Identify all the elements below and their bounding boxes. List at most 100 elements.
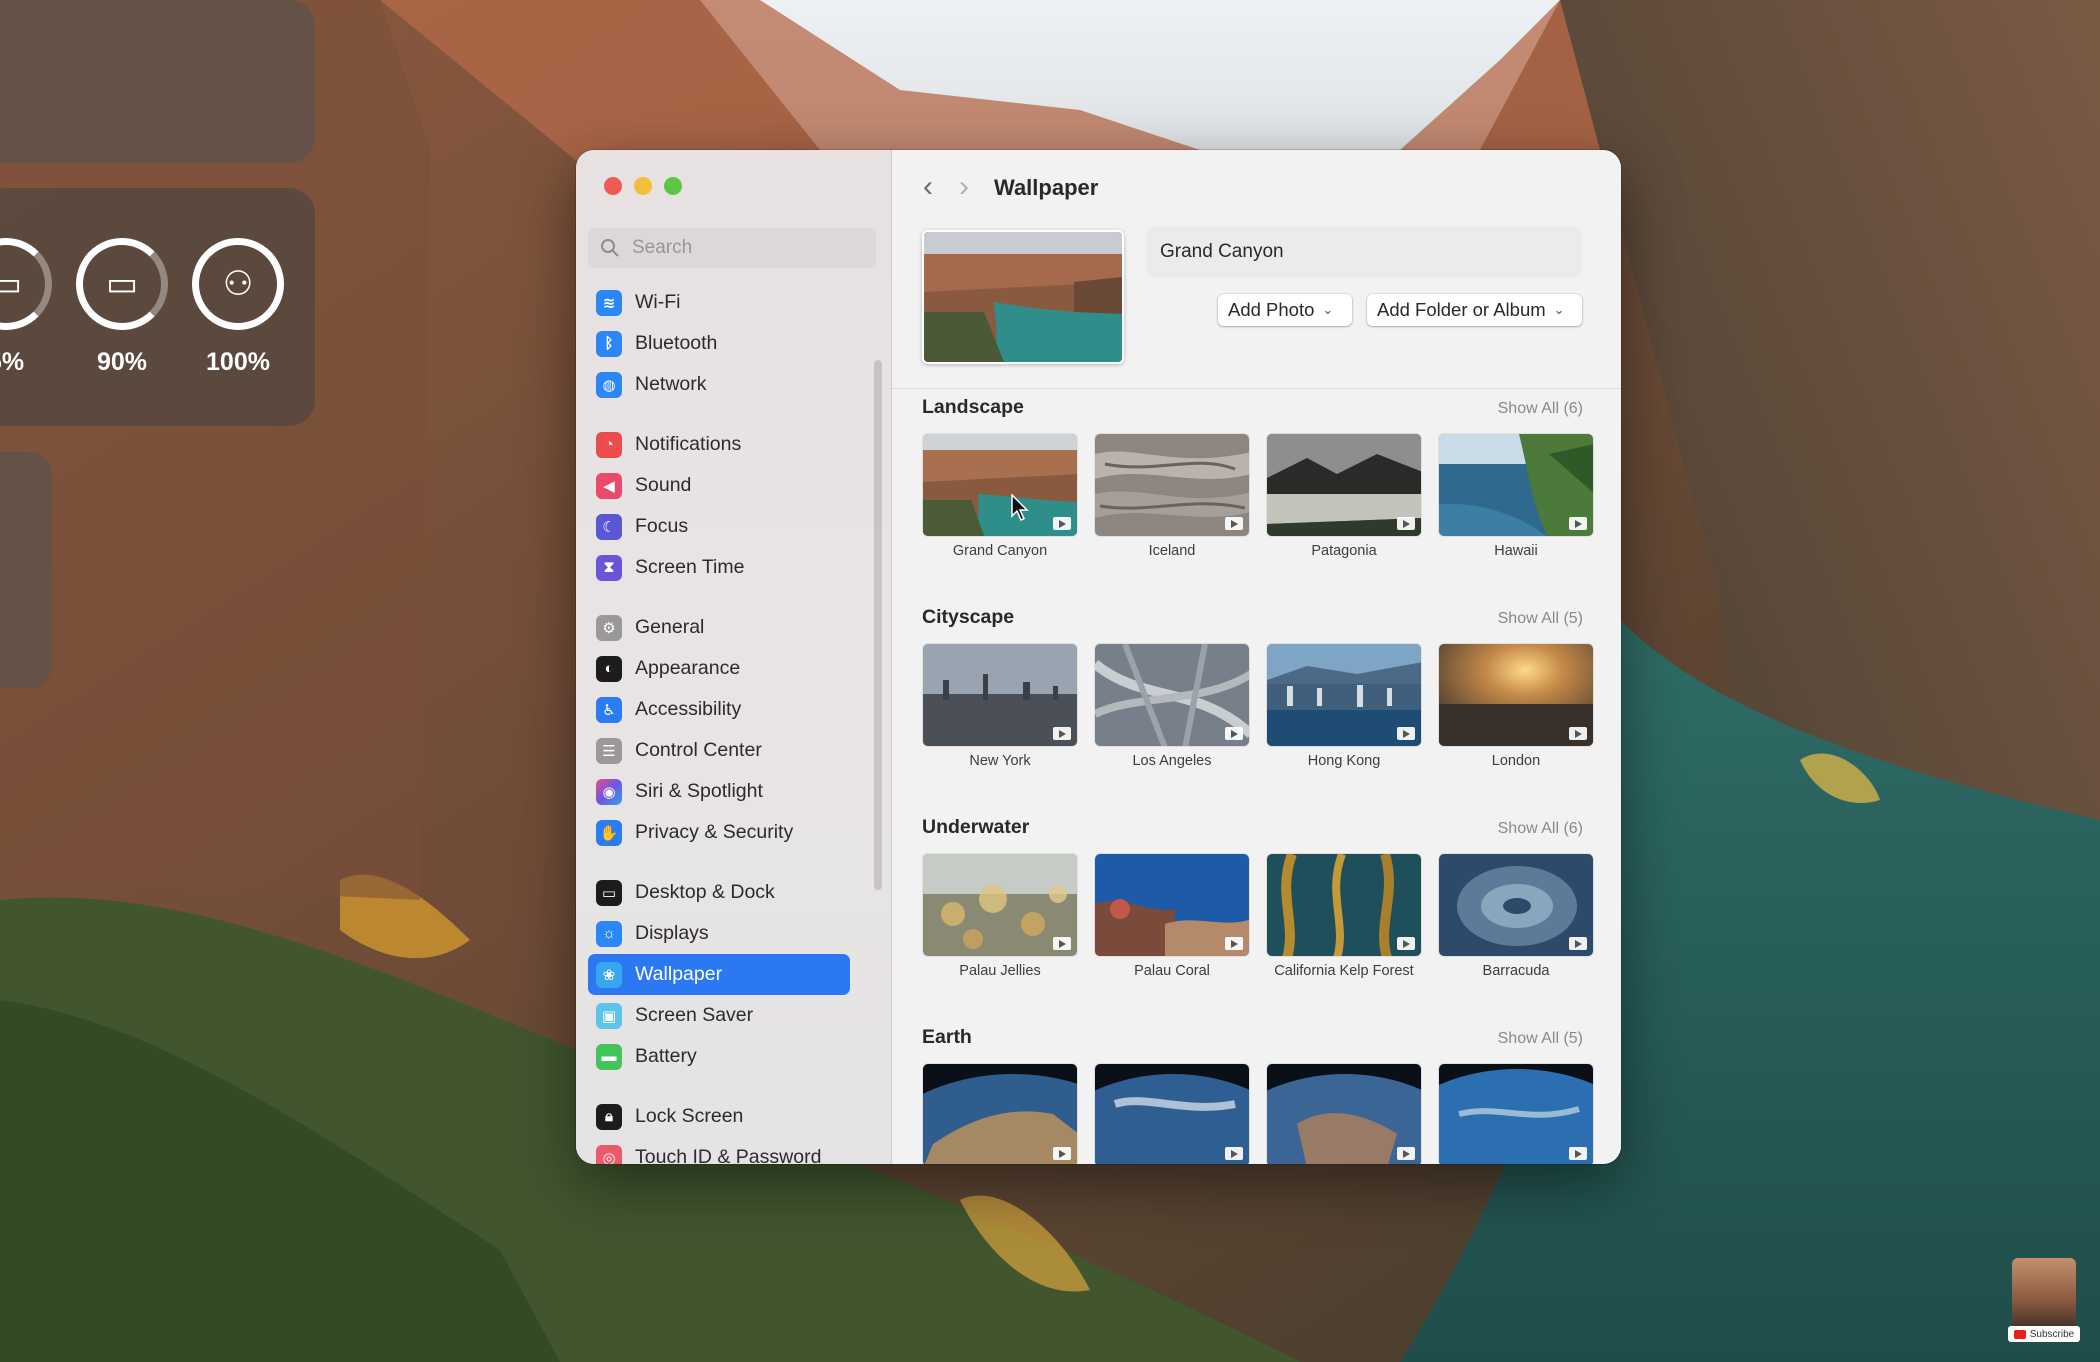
close-window-button[interactable] [604, 177, 622, 195]
avatar[interactable] [2012, 1258, 2076, 1336]
speaker-icon: ◀ [596, 472, 622, 499]
dock-icon: ▭ [596, 879, 622, 906]
add-photo-button[interactable]: Add Photo ⌄ [1218, 294, 1352, 326]
sun-icon: ☼ [596, 920, 622, 947]
sidebar-item-displays[interactable]: ☼ Displays [588, 913, 850, 954]
video-icon [1225, 727, 1243, 740]
sidebar-item-label: Accessibility [635, 698, 742, 720]
sidebar-item-screen-time[interactable]: ⧗ Screen Time [588, 547, 850, 588]
wallpaper-thumb-grand-canyon[interactable] [922, 433, 1078, 537]
wallpaper-thumb-barracuda[interactable] [1438, 853, 1594, 957]
chevron-down-icon: ⌄ [1322, 302, 1334, 317]
control-center-icon: ☰ [596, 737, 622, 764]
sidebar-item-label: Desktop & Dock [635, 881, 775, 903]
sidebar-item-lock-screen[interactable]: 🔒︎ Lock Screen [588, 1096, 850, 1137]
sidebar-item-touch-id[interactable]: ◎ Touch ID & Password [588, 1137, 850, 1164]
wallpaper-thumb-earth-2[interactable] [1094, 1063, 1250, 1164]
sidebar-item-control-center[interactable]: ☰ Control Center [588, 730, 850, 771]
battery-item-1: ▭ 5% [0, 238, 54, 377]
sidebar-item-network[interactable]: ◍ Network [588, 364, 850, 405]
wallpaper-thumb-earth-1[interactable] [922, 1063, 1078, 1164]
wallpaper-thumb-new-york[interactable] [922, 643, 1078, 747]
sidebar-item-battery[interactable]: ▬ Battery [588, 1036, 850, 1077]
sidebar-item-desktop-dock[interactable]: ▭ Desktop & Dock [588, 872, 850, 913]
thumb-label: Grand Canyon [952, 543, 1048, 559]
video-icon [1569, 937, 1587, 950]
sidebar-item-siri-spotlight[interactable]: ◉ Siri & Spotlight [588, 771, 850, 812]
section-title-cityscape: Cityscape [922, 606, 1015, 628]
add-folder-button[interactable]: Add Folder or Album ⌄ [1367, 294, 1582, 326]
sidebar-item-wifi[interactable]: ≋ Wi-Fi [588, 282, 850, 323]
video-icon [1225, 937, 1243, 950]
wallpaper-thumb-los-angeles[interactable] [1094, 643, 1250, 747]
settings-window: Search ≋ Wi-Fi ᛒ Bluetooth ◍ Network ◔ N… [576, 150, 1621, 1164]
mouse-cursor-icon [1011, 494, 1029, 522]
sidebar-item-accessibility[interactable]: ♿ Accessibility [588, 689, 850, 730]
sidebar-item-screen-saver[interactable]: ▣ Screen Saver [588, 995, 850, 1036]
sidebar-item-label: Screen Time [635, 556, 745, 578]
show-all-landscape[interactable]: Show All (6) [1498, 400, 1583, 418]
wallpaper-thumb-hong-kong[interactable] [1266, 643, 1422, 747]
wallpaper-thumb-earth-4[interactable] [1438, 1063, 1594, 1164]
zoom-window-button[interactable] [664, 177, 682, 195]
sidebar-item-focus[interactable]: ☾ Focus [588, 506, 850, 547]
wallpaper-thumb-hawaii[interactable] [1438, 433, 1594, 537]
bluetooth-icon: ᛒ [596, 330, 622, 357]
video-icon [1569, 727, 1587, 740]
video-icon [1397, 517, 1415, 530]
widget-top [0, 0, 315, 163]
wallpaper-thumb-palau-jellies[interactable] [922, 853, 1078, 957]
video-icon [1569, 517, 1587, 530]
sidebar-item-label: General [635, 616, 705, 638]
sidebar-item-wallpaper[interactable]: ❀ Wallpaper [588, 954, 850, 995]
sidebar-item-label: Siri & Spotlight [635, 780, 763, 802]
forward-button[interactable]: › [950, 172, 978, 202]
back-button[interactable]: ‹ [914, 172, 942, 202]
show-all-underwater[interactable]: Show All (6) [1498, 820, 1583, 838]
video-icon [1053, 517, 1071, 530]
wallpaper-thumb-california-kelp-forest[interactable] [1266, 853, 1422, 957]
sidebar-item-general[interactable]: ⚙ General [588, 607, 850, 648]
sidebar-item-sound[interactable]: ◀ Sound [588, 465, 850, 506]
wallpaper-thumb-london[interactable] [1438, 643, 1594, 747]
thumb-label: California Kelp Forest [1274, 963, 1414, 979]
battery-icon: ▬ [596, 1043, 622, 1070]
wallpaper-thumb-iceland[interactable] [1094, 433, 1250, 537]
hand-icon: ✋ [596, 819, 622, 846]
page-title: Wallpaper [994, 175, 1099, 200]
section-title-earth: Earth [922, 1026, 972, 1048]
youtube-icon [2013, 1329, 2026, 1339]
battery-widget: ▭ 5% ▭ 90% ⚇ 100% [0, 188, 315, 426]
search-icon [601, 239, 619, 257]
globe-icon: ◍ [596, 371, 622, 398]
subscribe-button[interactable]: Subscribe [2008, 1326, 2080, 1342]
video-icon [1053, 937, 1071, 950]
sidebar-scrollbar[interactable] [874, 360, 882, 890]
wallpaper-thumb-patagonia[interactable] [1266, 433, 1422, 537]
battery-item-3: ⚇ 100% [190, 238, 286, 377]
show-all-cityscape[interactable]: Show All (5) [1498, 610, 1583, 628]
content-pane: ‹ › Wallpaper Grand Canyon Add Photo ⌄ A… [892, 150, 1621, 1164]
divider [892, 388, 1621, 389]
sidebar-item-label: Screen Saver [635, 1004, 754, 1026]
wallpaper-thumb-earth-3[interactable] [1266, 1063, 1422, 1164]
appearance-icon: ◐ [596, 655, 622, 682]
battery-item-2: ▭ 90% [74, 238, 170, 377]
sidebar-item-appearance[interactable]: ◐ Appearance [588, 648, 850, 689]
battery-level: 100% [206, 348, 270, 376]
add-photo-label: Add Photo [1228, 299, 1315, 320]
search-input[interactable]: Search [588, 228, 876, 268]
sidebar-item-label: Network [635, 373, 707, 395]
sidebar-item-label: Notifications [635, 433, 742, 455]
sidebar-item-bluetooth[interactable]: ᛒ Bluetooth [588, 323, 850, 364]
section-title-underwater: Underwater [922, 816, 1030, 838]
video-icon [1397, 727, 1415, 740]
show-all-earth[interactable]: Show All (5) [1498, 1030, 1583, 1048]
thumb-label: Hawaii [1494, 543, 1538, 559]
sidebar-item-label: Displays [635, 922, 709, 944]
battery-level: 5% [0, 348, 25, 376]
sidebar-item-privacy-security[interactable]: ✋ Privacy & Security [588, 812, 850, 853]
minimize-window-button[interactable] [634, 177, 652, 195]
sidebar-item-notifications[interactable]: ◔ Notifications [588, 424, 850, 465]
wallpaper-thumb-palau-coral[interactable] [1094, 853, 1250, 957]
